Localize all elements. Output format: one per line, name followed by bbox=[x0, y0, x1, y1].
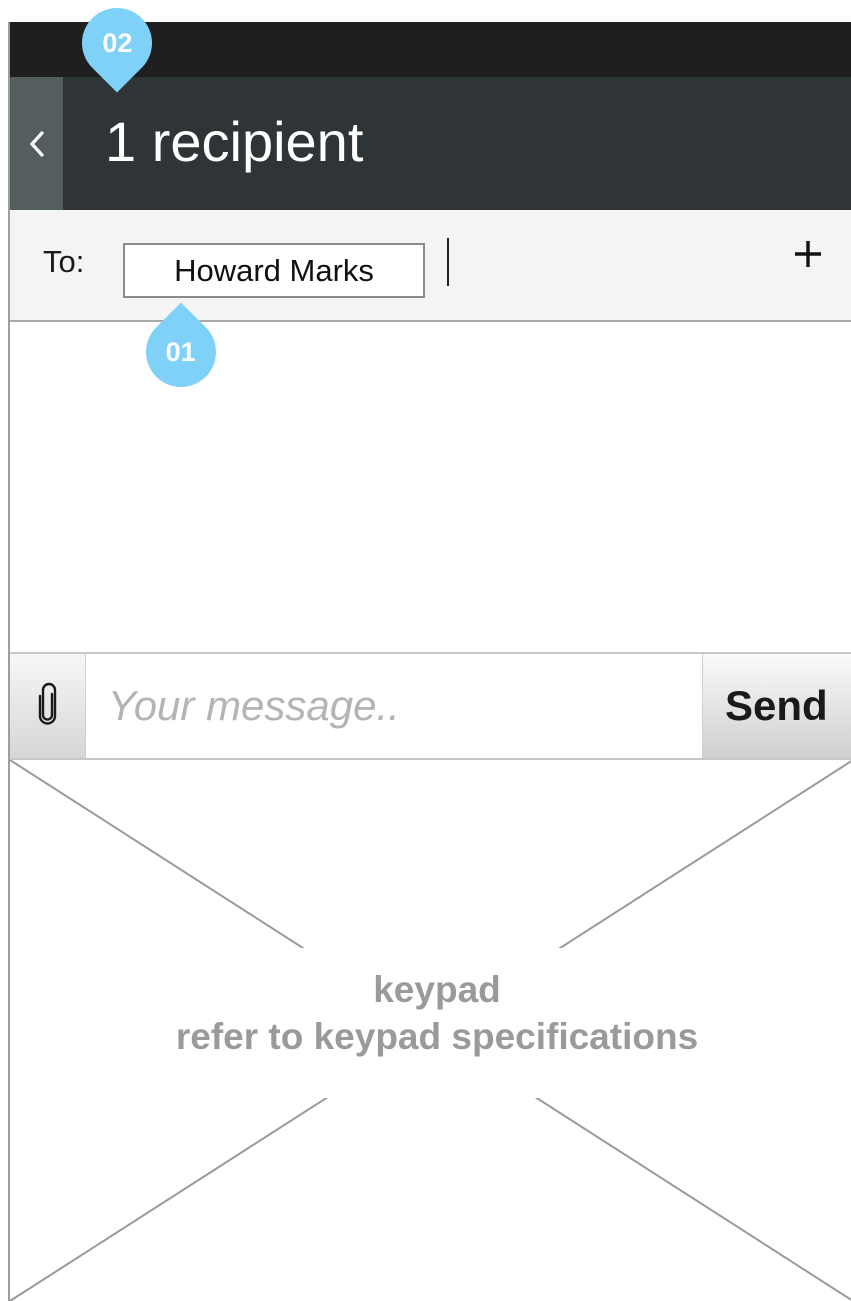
message-input[interactable] bbox=[86, 654, 702, 758]
keypad-note: refer to keypad specifications bbox=[175, 1016, 699, 1057]
chevron-left-icon bbox=[29, 130, 45, 158]
keypad-title: keypad bbox=[373, 969, 501, 1010]
back-button[interactable] bbox=[10, 77, 63, 210]
keypad-label: keypad refer to keypad specifications bbox=[106, 948, 768, 1098]
recipient-chip[interactable]: Howard Marks bbox=[123, 243, 425, 298]
compose-bar: Send bbox=[10, 652, 851, 760]
send-button[interactable]: Send bbox=[702, 654, 851, 758]
attach-button[interactable] bbox=[10, 654, 86, 758]
keypad-placeholder: keypad refer to keypad specifications bbox=[10, 760, 851, 1301]
plus-icon bbox=[793, 239, 823, 274]
to-label: To: bbox=[43, 244, 85, 279]
phone-screen: 1 recipient To: Howard Marks Send bbox=[8, 22, 851, 1301]
conversation-area bbox=[10, 322, 851, 652]
page-title: 1 recipient bbox=[105, 110, 364, 173]
add-recipient-button[interactable] bbox=[780, 228, 836, 284]
annotation-label: 01 bbox=[165, 336, 197, 367]
app-header: 1 recipient bbox=[10, 77, 851, 210]
recipient-row: To: Howard Marks bbox=[10, 210, 851, 322]
recipient-input-cursor[interactable] bbox=[447, 238, 449, 286]
annotation-label: 02 bbox=[101, 27, 133, 58]
paperclip-icon bbox=[37, 682, 59, 731]
